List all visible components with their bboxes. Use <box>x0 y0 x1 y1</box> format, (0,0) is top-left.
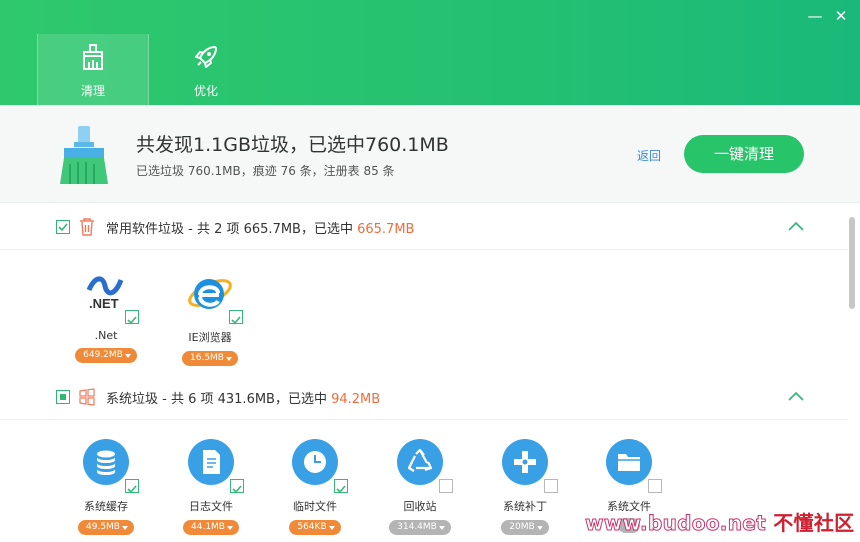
item-checkbox[interactable] <box>125 310 139 325</box>
minimize-button[interactable]: — <box>806 7 824 25</box>
folder-glyph <box>606 439 652 485</box>
ie-logo <box>188 279 232 309</box>
check-icon <box>58 223 68 232</box>
return-link[interactable]: 返回 <box>637 147 661 164</box>
check-icon <box>127 485 137 494</box>
database-glyph <box>83 439 129 485</box>
item-ie-browser[interactable]: IE浏览器 16.5MB <box>170 270 250 366</box>
check-icon <box>231 316 241 325</box>
clock-glyph <box>292 439 338 485</box>
watermark-site: www.budoo.net <box>585 511 767 536</box>
scan-summary-panel: 共发现1.1GB垃圾，已选中760.1MB 已选垃圾 760.1MB，痕迹 76… <box>0 105 860 203</box>
item-name: 系统缓存 <box>84 500 128 513</box>
section-title-software: 常用软件垃圾 - 共 2 项 665.7MB，已选中 665.7MB <box>106 218 414 237</box>
recycle-glyph <box>397 439 443 485</box>
tab-clean[interactable]: 清理 <box>37 34 149 105</box>
tab-optimize[interactable]: 优化 <box>150 34 262 105</box>
broom-illustration <box>60 126 108 184</box>
check-icon <box>232 485 242 494</box>
document-glyph <box>188 439 234 485</box>
broom-icon <box>83 44 103 70</box>
item-system-patch[interactable]: 系统补丁 20MB <box>485 439 565 535</box>
tab-clean-label: 清理 <box>80 84 105 98</box>
ie-icon <box>185 270 243 325</box>
tab-optimize-label: 优化 <box>193 84 218 98</box>
item-name: IE浏览器 <box>188 331 232 344</box>
partial-check-indicator <box>60 394 66 400</box>
chevron-up-icon[interactable] <box>788 390 804 402</box>
size-dropdown[interactable]: 564KB <box>289 520 341 535</box>
folder-icon <box>604 439 662 493</box>
section-selected-size: 94.2MB <box>331 392 381 407</box>
close-button[interactable]: ✕ <box>832 7 850 25</box>
item-temp-files[interactable]: 临时文件 564KB <box>275 439 355 535</box>
puzzle-glyph <box>502 439 548 485</box>
watermark-cn: 不懂社区 <box>773 511 855 535</box>
item-recycle-bin[interactable]: 回收站 314.4MB <box>380 439 460 535</box>
dotnet-icon: .NET <box>81 270 139 325</box>
header-bar: — ✕ 清理 优化 <box>0 0 860 105</box>
size-dropdown[interactable]: 16.5MB <box>182 351 238 366</box>
size-dropdown[interactable]: 49.5MB <box>78 520 134 535</box>
item-checkbox[interactable] <box>229 310 243 325</box>
item-name: 日志文件 <box>189 500 233 513</box>
summary-title: 共发现1.1GB垃圾，已选中760.1MB <box>136 134 449 156</box>
item-name: 临时文件 <box>293 500 337 513</box>
item-checkbox[interactable] <box>125 479 139 494</box>
database-icon <box>81 439 139 494</box>
item-checkbox[interactable] <box>544 479 558 493</box>
puzzle-icon <box>500 439 558 493</box>
section-title-text: 常用软件垃圾 - 共 2 项 665.7MB，已选中 <box>106 222 358 237</box>
section-checkbox-software[interactable] <box>56 220 70 234</box>
section-header-software: 常用软件垃圾 - 共 2 项 665.7MB，已选中 665.7MB <box>0 204 848 250</box>
item-dotnet[interactable]: .NET .Net 649.2MB <box>66 270 146 363</box>
section-checkbox-system[interactable] <box>56 390 70 404</box>
scrollbar-thumb[interactable] <box>849 217 855 309</box>
item-name: .Net <box>94 329 118 342</box>
item-name: 系统补丁 <box>503 500 547 513</box>
item-system-cache[interactable]: 系统缓存 49.5MB <box>66 439 146 535</box>
item-checkbox[interactable] <box>648 479 662 493</box>
rocket-icon <box>195 46 217 68</box>
section-header-system: 系统垃圾 - 共 6 项 431.6MB，已选中 94.2MB <box>0 374 848 420</box>
item-name: 回收站 <box>403 500 437 513</box>
size-dropdown[interactable]: 44.1MB <box>183 520 239 535</box>
item-checkbox[interactable] <box>334 479 348 494</box>
check-icon <box>336 485 346 494</box>
item-checkbox[interactable] <box>230 479 244 494</box>
section-title-system: 系统垃圾 - 共 6 项 431.6MB，已选中 94.2MB <box>106 388 380 407</box>
item-log-files[interactable]: 日志文件 44.1MB <box>171 439 251 535</box>
one-click-clean-button[interactable]: 一键清理 <box>684 135 804 173</box>
dotnet-logo: .NET <box>85 274 124 312</box>
vertical-scrollbar[interactable] <box>848 212 856 542</box>
chevron-up-icon[interactable] <box>788 220 804 232</box>
section-selected-size: 665.7MB <box>357 222 415 237</box>
clock-icon <box>290 439 348 494</box>
size-dropdown[interactable]: 649.2MB <box>75 348 137 363</box>
item-checkbox[interactable] <box>439 479 453 493</box>
size-dropdown[interactable]: 20MB <box>501 520 549 535</box>
section-title-text: 系统垃圾 - 共 6 项 431.6MB，已选中 <box>106 392 332 407</box>
check-icon <box>127 316 137 325</box>
svg-text:.NET: .NET <box>89 296 119 311</box>
summary-subtitle: 已选垃圾 760.1MB，痕迹 76 条，注册表 85 条 <box>136 164 395 178</box>
recycle-icon <box>395 439 453 493</box>
size-dropdown[interactable]: 314.4MB <box>389 520 451 535</box>
windows-icon <box>79 388 95 406</box>
document-icon <box>186 439 244 494</box>
app-window: — ✕ 清理 优化 共发现1.1GB垃圾，已选中760.1MB 已选垃圾 760… <box>0 0 860 542</box>
trash-icon <box>80 218 94 236</box>
watermark: www.budoo.net 不懂社区 <box>585 507 855 536</box>
